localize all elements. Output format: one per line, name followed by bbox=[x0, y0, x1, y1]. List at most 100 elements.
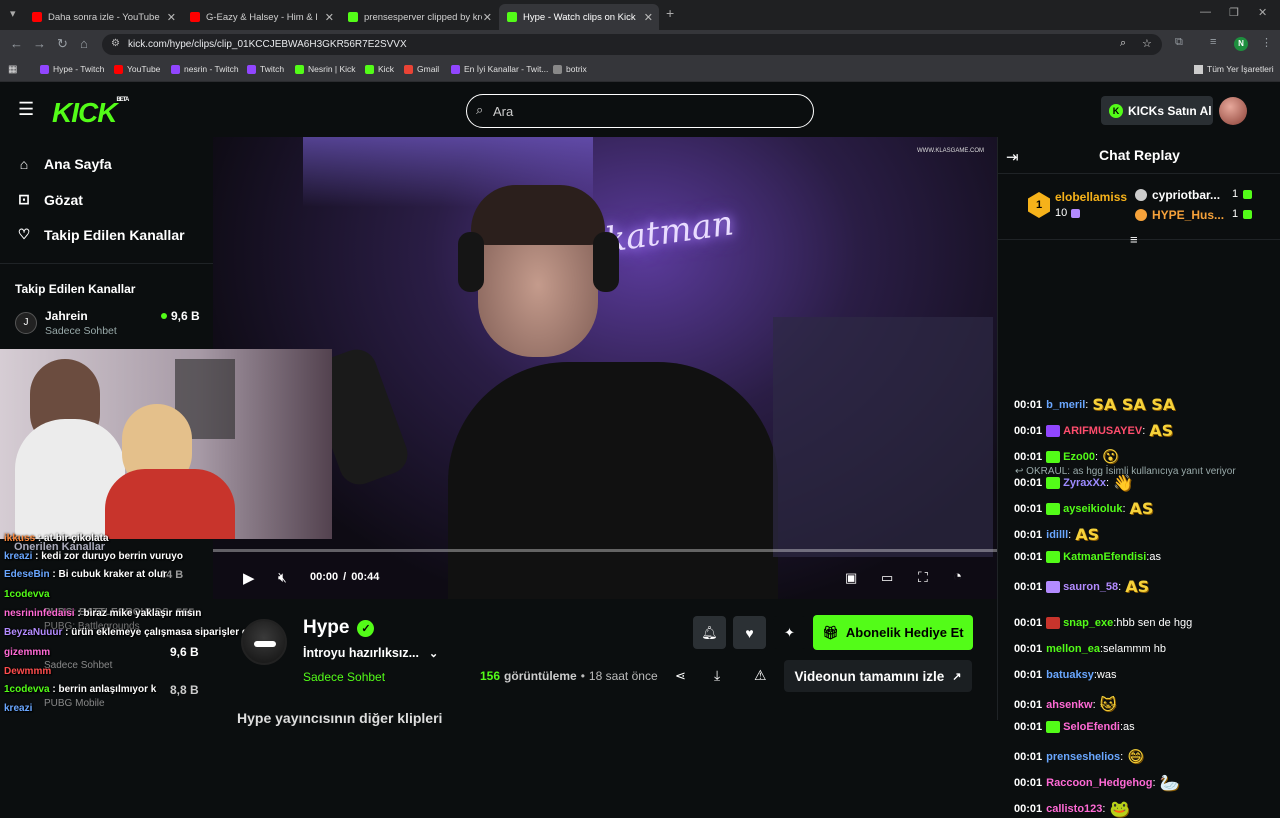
download-icon[interactable]: ⤓ bbox=[714, 667, 720, 684]
chat-message: 00:01 mellon_ea: selammm hb bbox=[1014, 643, 1166, 655]
message-username[interactable]: ARIFMUSAYEV bbox=[1063, 425, 1142, 437]
clip-title-row[interactable]: İntroyu hazırlıksız... ⌄ bbox=[303, 646, 438, 660]
gift-sub-button[interactable]: 🎁︎ Abonelik Hediye Et bbox=[813, 615, 973, 650]
leaderboard-user[interactable]: elobellamiss bbox=[1055, 190, 1127, 204]
bookmarks-folder[interactable]: Tüm Yer İşaretleri bbox=[1194, 64, 1274, 74]
hamburger-menu-icon[interactable]: ☰ bbox=[18, 99, 34, 120]
apps-icon[interactable]: ▦ bbox=[8, 64, 17, 75]
browser-tab[interactable]: Daha sonra izle - YouTube ✕ bbox=[24, 4, 182, 30]
nav-following[interactable]: ♡ Takip Edilen Kanallar bbox=[16, 226, 185, 243]
forward-icon[interactable]: → bbox=[33, 36, 46, 51]
clip-category[interactable]: Sadece Sohbet bbox=[303, 670, 385, 684]
message-username[interactable]: ayseikioluk bbox=[1063, 503, 1122, 515]
reload-icon[interactable]: ↻ bbox=[57, 36, 68, 52]
profile-avatar[interactable]: N bbox=[1234, 37, 1248, 51]
extensions-icon[interactable]: ⧉ bbox=[1175, 36, 1183, 49]
overlay-chat-user: ikkuss bbox=[4, 533, 36, 544]
message-username[interactable]: SeloEfendi bbox=[1063, 721, 1120, 733]
message-username[interactable]: snap_exe bbox=[1063, 617, 1113, 629]
progress-track[interactable] bbox=[213, 549, 997, 552]
bookmark[interactable]: Gmail bbox=[404, 64, 439, 74]
chevron-down-icon[interactable]: ⌄ bbox=[429, 647, 438, 660]
message-username[interactable]: ZyraxXx bbox=[1063, 477, 1106, 489]
fullscreen-icon[interactable]: ⛶ bbox=[918, 569, 928, 586]
browser-tab[interactable]: G-Eazy & Halsey - Him & I (Lyri ✕ bbox=[182, 4, 340, 30]
followed-channel[interactable]: J Jahrein Sadece Sohbet 9,6 B bbox=[15, 309, 205, 339]
bookmark[interactable]: Kick bbox=[365, 64, 394, 74]
close-icon[interactable]: ✕ bbox=[644, 11, 653, 24]
browser-tab-active[interactable]: Hype - Watch clips on Kick ✕ bbox=[499, 4, 659, 30]
close-window-button[interactable]: ✕ bbox=[1258, 6, 1267, 19]
folder-icon bbox=[1194, 64, 1203, 74]
message-username[interactable]: KatmanEfendisi bbox=[1063, 551, 1146, 563]
notification-bell-button[interactable]: 🔔︎ bbox=[693, 616, 726, 649]
message-username[interactable]: Ezo00 bbox=[1063, 451, 1095, 463]
nav-home[interactable]: ⌂ Ana Sayfa bbox=[16, 156, 112, 172]
home-icon[interactable]: ⌂ bbox=[80, 36, 88, 51]
share-icon[interactable]: ⋖ bbox=[675, 668, 686, 684]
menu-icon[interactable]: ⋮ bbox=[1261, 36, 1272, 49]
bookmark[interactable]: Twitch bbox=[247, 64, 284, 74]
channel-name-row[interactable]: Hype ✓ bbox=[303, 617, 375, 639]
time-display: 00:00 / 00:44 bbox=[310, 571, 379, 583]
message-username[interactable]: callisto123 bbox=[1046, 803, 1102, 815]
message-username[interactable]: b_meril bbox=[1046, 399, 1085, 411]
gift-icon: 🎁︎ bbox=[822, 624, 839, 640]
follow-button[interactable]: ♥ bbox=[733, 616, 766, 649]
overlay-chat-user: Dewmmm bbox=[4, 666, 52, 677]
new-tab-button[interactable]: + bbox=[666, 5, 674, 21]
url-field[interactable]: ⚙ kick.com/hype/clips/clip_01KCCJEBWA6H3… bbox=[102, 34, 1162, 55]
watch-full-video-button[interactable]: Videonun tamamını izle ↗ bbox=[784, 660, 972, 692]
report-icon[interactable]: ⚠ bbox=[754, 667, 767, 684]
bookmark[interactable]: botrix bbox=[553, 64, 587, 74]
chat-message: 00:01 Ezo00: 😮 bbox=[1014, 447, 1119, 466]
bookmark-star-icon[interactable]: ☆ bbox=[1142, 37, 1152, 50]
viewer-count: 8,8 B bbox=[170, 683, 199, 697]
tab-search-icon[interactable]: ▾ bbox=[10, 7, 16, 20]
message-username[interactable]: sauron_58 bbox=[1063, 581, 1118, 593]
sparkle-button[interactable]: ✦ bbox=[773, 616, 806, 649]
user-avatar[interactable] bbox=[1219, 97, 1247, 125]
bookmark[interactable]: Hype - Twitch bbox=[40, 64, 104, 74]
minimize-button[interactable]: — bbox=[1200, 6, 1211, 18]
message-username[interactable]: prenseshelios bbox=[1046, 751, 1120, 763]
chat-message: 00:01 ayseikioluk: AS bbox=[1014, 499, 1153, 518]
buy-kicks-button[interactable]: K KICKs Satın Al bbox=[1101, 96, 1213, 125]
message-username[interactable]: Raccoon_Hedgehog bbox=[1046, 777, 1152, 789]
message-username[interactable]: ahsenkw bbox=[1046, 699, 1092, 711]
nav-browse[interactable]: ⊡ Gözat bbox=[16, 191, 83, 208]
leaderboard-entry[interactable]: cypriotbar... bbox=[1135, 188, 1220, 202]
chat-message: 00:01 b_meril: SA SA SA bbox=[1014, 395, 1175, 414]
home-icon: ⌂ bbox=[19, 156, 29, 172]
zoom-icon[interactable]: ⌕ bbox=[1120, 37, 1126, 50]
channel-avatar[interactable] bbox=[241, 619, 287, 665]
search-input[interactable]: ⌕ Ara bbox=[466, 94, 814, 128]
bookmark[interactable]: En İyi Kanallar - Twit... bbox=[451, 64, 548, 74]
maximize-button[interactable]: ❐ bbox=[1229, 6, 1239, 19]
expand-leaderboard-icon[interactable]: ≡ bbox=[1130, 232, 1138, 247]
message-username[interactable]: mellon_ea bbox=[1046, 643, 1100, 655]
back-icon[interactable]: ← bbox=[10, 36, 23, 51]
message-username[interactable]: batuaksy bbox=[1046, 669, 1094, 681]
mute-icon[interactable]: 🔇︎ bbox=[278, 569, 287, 586]
message-username[interactable]: idilll bbox=[1046, 529, 1068, 541]
bookmark[interactable]: YouTube bbox=[114, 64, 160, 74]
leaderboard-entry[interactable]: HYPE_Hus... bbox=[1135, 208, 1224, 222]
overlay-chat-user: gizemmm bbox=[4, 647, 51, 658]
theater-mode-icon[interactable]: ▭ bbox=[881, 570, 893, 586]
bookmark[interactable]: nesrin - Twitch bbox=[171, 64, 239, 74]
close-icon[interactable]: ✕ bbox=[325, 11, 334, 24]
media-icon[interactable]: ≡ bbox=[1210, 36, 1216, 48]
pip-icon[interactable]: ▣ bbox=[845, 570, 857, 586]
kick-logo[interactable]: KICKBETA bbox=[52, 97, 129, 129]
kick-coin-icon: K bbox=[1109, 103, 1123, 118]
view-label: görüntüleme bbox=[504, 669, 577, 683]
divider bbox=[998, 173, 1280, 174]
playback-speed-icon[interactable]: ◔ bbox=[953, 568, 962, 585]
browser-tab[interactable]: prensesperver clipped by kreazi ✕ bbox=[340, 4, 498, 30]
close-icon[interactable]: ✕ bbox=[483, 11, 492, 24]
site-info-icon[interactable]: ⚙ bbox=[111, 38, 120, 49]
close-icon[interactable]: ✕ bbox=[167, 11, 176, 24]
bookmark[interactable]: Nesrin | Kick bbox=[295, 64, 356, 74]
play-button[interactable]: ▶ bbox=[243, 569, 255, 587]
